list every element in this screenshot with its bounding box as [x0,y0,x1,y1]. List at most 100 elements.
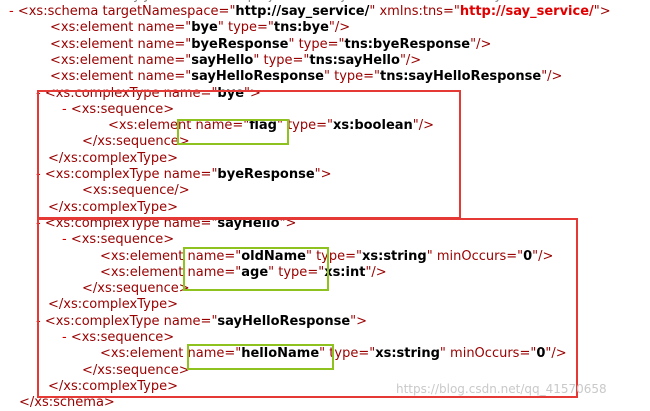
code-line: </xs:complexType> [48,379,178,395]
xml-tag: =" [224,264,242,280]
xml-tag: </xs:complexType> [48,150,178,166]
attribute-name: type [316,248,346,264]
xml-tag: "> [314,167,332,182]
xml-tag: <xs:element [50,52,138,68]
attribute-value: oldName [241,248,306,264]
xml-tag: "/> [399,52,422,68]
attribute-value: byeResponse [191,36,289,52]
attribute-value: sayHello [217,215,280,231]
xml-tag: "/> [412,118,435,134]
xml-tag: =" [224,248,242,264]
code-line: <xs:element name="age" type="xs:int"/> [100,265,387,281]
xml-tag: " [217,20,228,36]
xml-tag: </xs:complexType> [48,297,178,313]
code-line: <xs:sequence/> [82,183,190,199]
attribute-value: 0 [523,248,533,264]
attribute-name: name [137,69,175,85]
attribute-value: tns:sayHello [309,52,400,68]
attribute-name: targetNamespace [102,4,219,19]
xml-tag: "> [350,313,368,329]
xml-tag: <xs:complexType [44,85,164,101]
xml-tag: =" [316,118,333,134]
attribute-name: minOccurs [436,248,507,264]
xml-tag: =" [224,346,242,362]
code-line: <xs:element name="flag" type="xs:boolean… [108,118,434,134]
xml-tag: =" [292,52,310,68]
code-line: - <xs:complexType name="sayHello"> [36,216,296,232]
xml-tag: <xs:element [50,69,138,85]
attribute-name: name [163,313,201,329]
attribute-name: name [163,167,201,182]
attribute-value: tns:bye [273,20,329,36]
xml-tag: =" [174,69,192,85]
collapse-toggle[interactable]: - [36,314,41,329]
attribute-name: name [195,118,233,134]
attribute-name: name [187,248,225,264]
attribute-name: name [137,52,175,68]
xml-tag: =" [232,118,250,134]
code-line: </xs:complexType> [48,297,178,313]
xml-tag: " [369,4,380,19]
code-line: </xs:sequence> [82,363,190,379]
code-line: </xs:complexType> [48,151,178,167]
collapse-toggle[interactable]: - [62,232,67,247]
collapse-toggle[interactable]: - [36,86,41,101]
xml-tag: "/> [365,264,387,280]
xml-tag: </xs:sequence> [82,362,190,378]
attribute-name: type [287,118,317,134]
xml-tag: " [319,346,330,362]
attribute-value: xs:string [362,248,427,264]
xml-tag: <xs:complexType [44,167,164,182]
xml-tag: <xs:complexType [44,215,164,231]
code-line: </xs:sequence> [82,281,190,297]
xml-tag: =" [200,313,218,329]
code-line: </xs:complexType> [48,200,178,216]
xml-tag: " [426,248,437,264]
xml-tag: " [288,36,299,52]
xml-tag: <xs:sequence> [70,232,175,248]
collapse-toggle[interactable]: - [9,4,14,19]
attribute-value: sayHello [191,52,254,68]
attribute-name: type [329,346,359,362]
xml-tag: "/> [328,20,351,36]
watermark: https://blog.csdn.net/qq_41570658 [396,382,607,396]
code-line: - <xs:complexType name="sayHelloResponse… [36,314,367,330]
xml-tag: " [323,69,335,85]
xml-tag: =" [442,4,460,19]
code-line: <xs:element name="sayHelloResponse" type… [50,69,562,85]
attribute-value: sayHelloResponse [191,69,324,85]
xml-tag: =" [506,248,524,264]
xml-tag: "> [244,85,261,101]
attribute-name: name [187,346,225,362]
xml-tag: </xs:complexType> [48,199,178,215]
attribute-value: byeResponse [217,167,315,182]
xml-tag: <xs:element [100,346,188,362]
xml-tag: =" [307,264,325,280]
xml-tag: <xs:element [100,264,188,280]
code-line: - <xs:complexType name="bye"> [36,86,261,102]
code-line: - <xs:sequence> [62,232,174,248]
code-line: - <xs:complexType name="byeResponse"> [36,167,332,183]
xml-tag: "/> [541,69,563,85]
collapse-toggle[interactable]: - [62,102,67,117]
xml-tag: <xs:sequence> [70,330,175,345]
attribute-name: name [163,85,201,101]
attribute-value: flag [249,118,277,134]
xml-tag: <xs:element [50,20,138,36]
code-line: <xs:element name="bye" type="tns:bye"/> [50,20,350,36]
xml-tag: "/> [470,36,492,52]
collapse-toggle[interactable]: - [36,216,41,231]
attribute-name: name [137,36,175,52]
code-line: <xs:element name="byeResponse" type="tns… [50,37,491,53]
code-line: <xs:element name="helloName" type="xs:st… [100,346,567,362]
xml-tag: "/> [545,346,567,362]
code-line: <xs:element name="sayHello" type="tns:sa… [50,53,421,69]
code-line: - <xs:sequence> [62,102,174,118]
xml-tag: <xs:sequence> [70,101,175,117]
attribute-value: bye [217,85,245,101]
collapse-toggle[interactable]: - [62,330,67,345]
xml-tag: "/> [532,248,554,264]
xml-tag: </xs:schema> [19,395,115,411]
attribute-name: name [137,20,175,36]
collapse-toggle[interactable]: - [36,167,41,182]
